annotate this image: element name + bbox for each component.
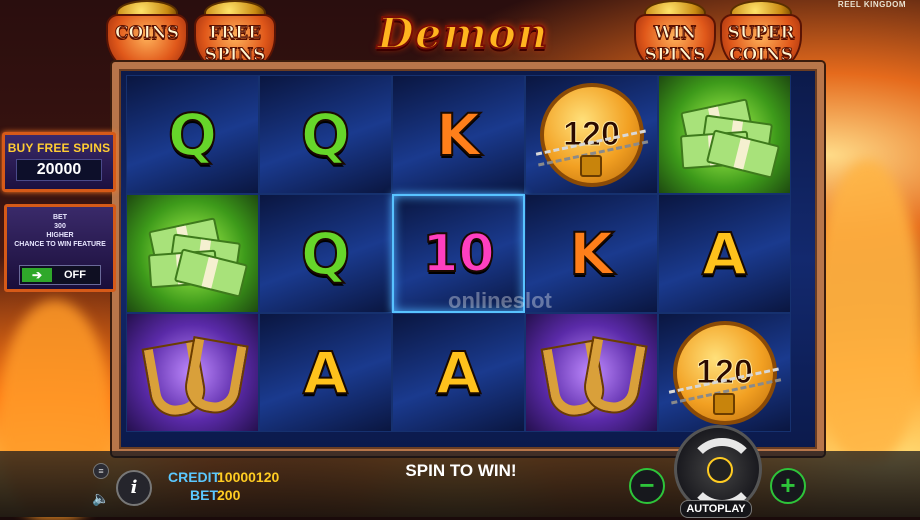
symbol-k: K xyxy=(435,100,482,169)
symbol-q: Q xyxy=(300,100,351,169)
reel-cell: Q xyxy=(259,75,392,194)
ante-bet-toggle[interactable]: ➔ OFF xyxy=(19,265,101,285)
bet-value: 200 xyxy=(217,487,241,503)
reel-cell xyxy=(126,313,259,432)
reel-cell xyxy=(658,75,791,194)
lock-icon xyxy=(579,154,602,177)
symbol-a: A xyxy=(701,219,748,288)
coin-symbol: 120 xyxy=(535,82,648,187)
horseshoe-symbol xyxy=(537,328,647,418)
credit-label: CREDIT xyxy=(168,469,221,485)
game-title: Demon Pots xyxy=(376,8,549,115)
reel-cell: A xyxy=(259,313,392,432)
menu-icon[interactable]: ≡ xyxy=(93,463,109,479)
symbol-q: Q xyxy=(300,219,351,288)
reel-cell: Q xyxy=(259,194,392,313)
horseshoe-icon xyxy=(182,322,267,419)
money-band xyxy=(733,137,751,170)
symbol-a: A xyxy=(435,338,482,407)
symbol-k: K xyxy=(568,219,615,288)
cash-stack-icon xyxy=(673,97,780,179)
symbol-q: Q xyxy=(167,100,218,169)
reel-cell: K xyxy=(392,75,525,194)
info-button[interactable]: i xyxy=(116,470,152,506)
flame-right xyxy=(815,160,920,460)
ante-bet-state: OFF xyxy=(64,268,86,281)
horseshoe-shape xyxy=(581,337,645,415)
pot-label: SUPER COINS xyxy=(727,23,795,66)
pot-label: FREE SPINS xyxy=(204,23,266,66)
buy-free-spins-price: 20000 xyxy=(16,159,102,181)
buy-free-spins-button[interactable]: BUY FREE SPINS 20000 xyxy=(2,132,116,192)
pot-label: WIN SPINS xyxy=(644,23,706,66)
arrow-right-icon: ➔ xyxy=(22,268,52,282)
brand-logo: REEL KINGDOM xyxy=(837,0,906,9)
demon-face-icon xyxy=(707,457,733,483)
autoplay-button[interactable]: AUTOPLAY xyxy=(680,500,752,518)
money-band xyxy=(201,256,219,289)
pot-label: COINS xyxy=(114,23,180,44)
lock-icon xyxy=(712,392,735,415)
horseshoe-symbol xyxy=(138,328,248,418)
ante-bet-text: BET 300 HIGHER CHANCE TO WIN FEATURE xyxy=(14,214,106,248)
reel-cell xyxy=(126,194,259,313)
reel-cell xyxy=(525,313,658,432)
coin-symbol: 120 xyxy=(668,320,781,425)
cash-stack-icon xyxy=(141,216,248,298)
bet-label: BET xyxy=(190,487,218,503)
ante-bet-panel: BET 300 HIGHER CHANCE TO WIN FEATURE ➔ O… xyxy=(4,204,116,292)
reel-cell: Q xyxy=(126,75,259,194)
reel-cell: A xyxy=(658,194,791,313)
reel-cell: 120 xyxy=(525,75,658,194)
increase-bet-button[interactable]: + xyxy=(770,468,806,504)
horseshoe-icon xyxy=(581,322,666,419)
reel-cell: A xyxy=(392,313,525,432)
credit-value: 10000120 xyxy=(217,469,280,485)
reel-grid: Q Q K 120 Q 10 K A A A 120 xyxy=(126,75,791,432)
symbol-a: A xyxy=(302,338,349,407)
reel-frame: Q Q K 120 Q 10 K A A A 120 xyxy=(112,62,824,456)
watermark: onlineslot xyxy=(448,288,552,313)
status-message: SPIN TO WIN! xyxy=(405,461,517,480)
sound-icon[interactable]: 🔈 xyxy=(92,490,109,507)
decrease-bet-button[interactable]: − xyxy=(629,468,665,504)
reel-cell: 120 xyxy=(658,313,791,432)
symbol-10: 10 xyxy=(421,223,495,284)
horseshoe-shape xyxy=(182,337,246,415)
buy-free-spins-label: BUY FREE SPINS xyxy=(7,141,111,155)
